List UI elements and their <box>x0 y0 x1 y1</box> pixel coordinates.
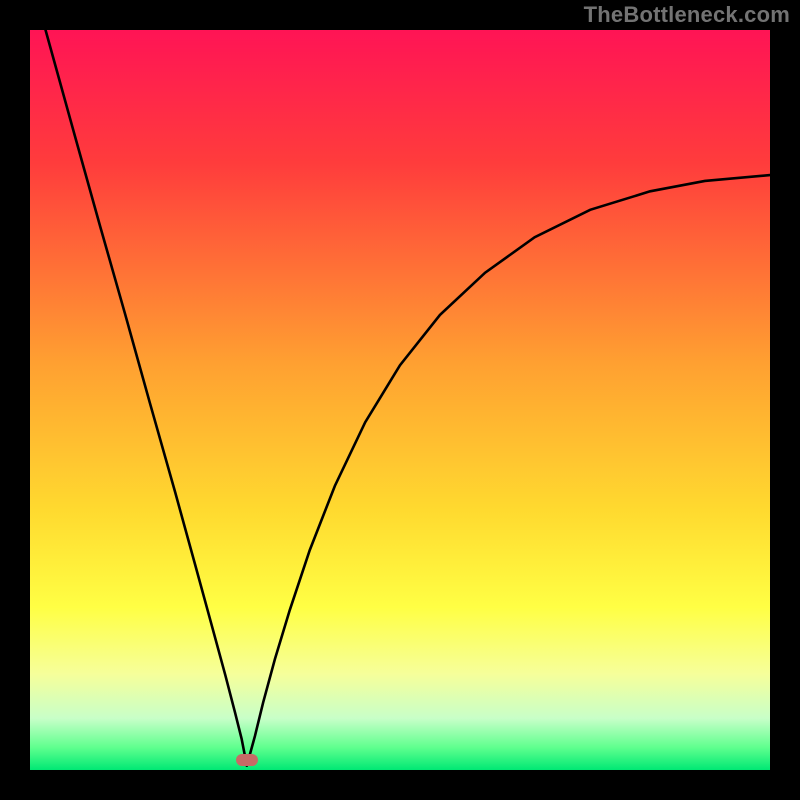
gradient-bg <box>30 30 770 770</box>
min-marker <box>236 754 258 766</box>
watermark-text: TheBottleneck.com <box>584 2 790 28</box>
chart-frame: TheBottleneck.com <box>0 0 800 800</box>
bottleneck-chart <box>30 30 770 770</box>
